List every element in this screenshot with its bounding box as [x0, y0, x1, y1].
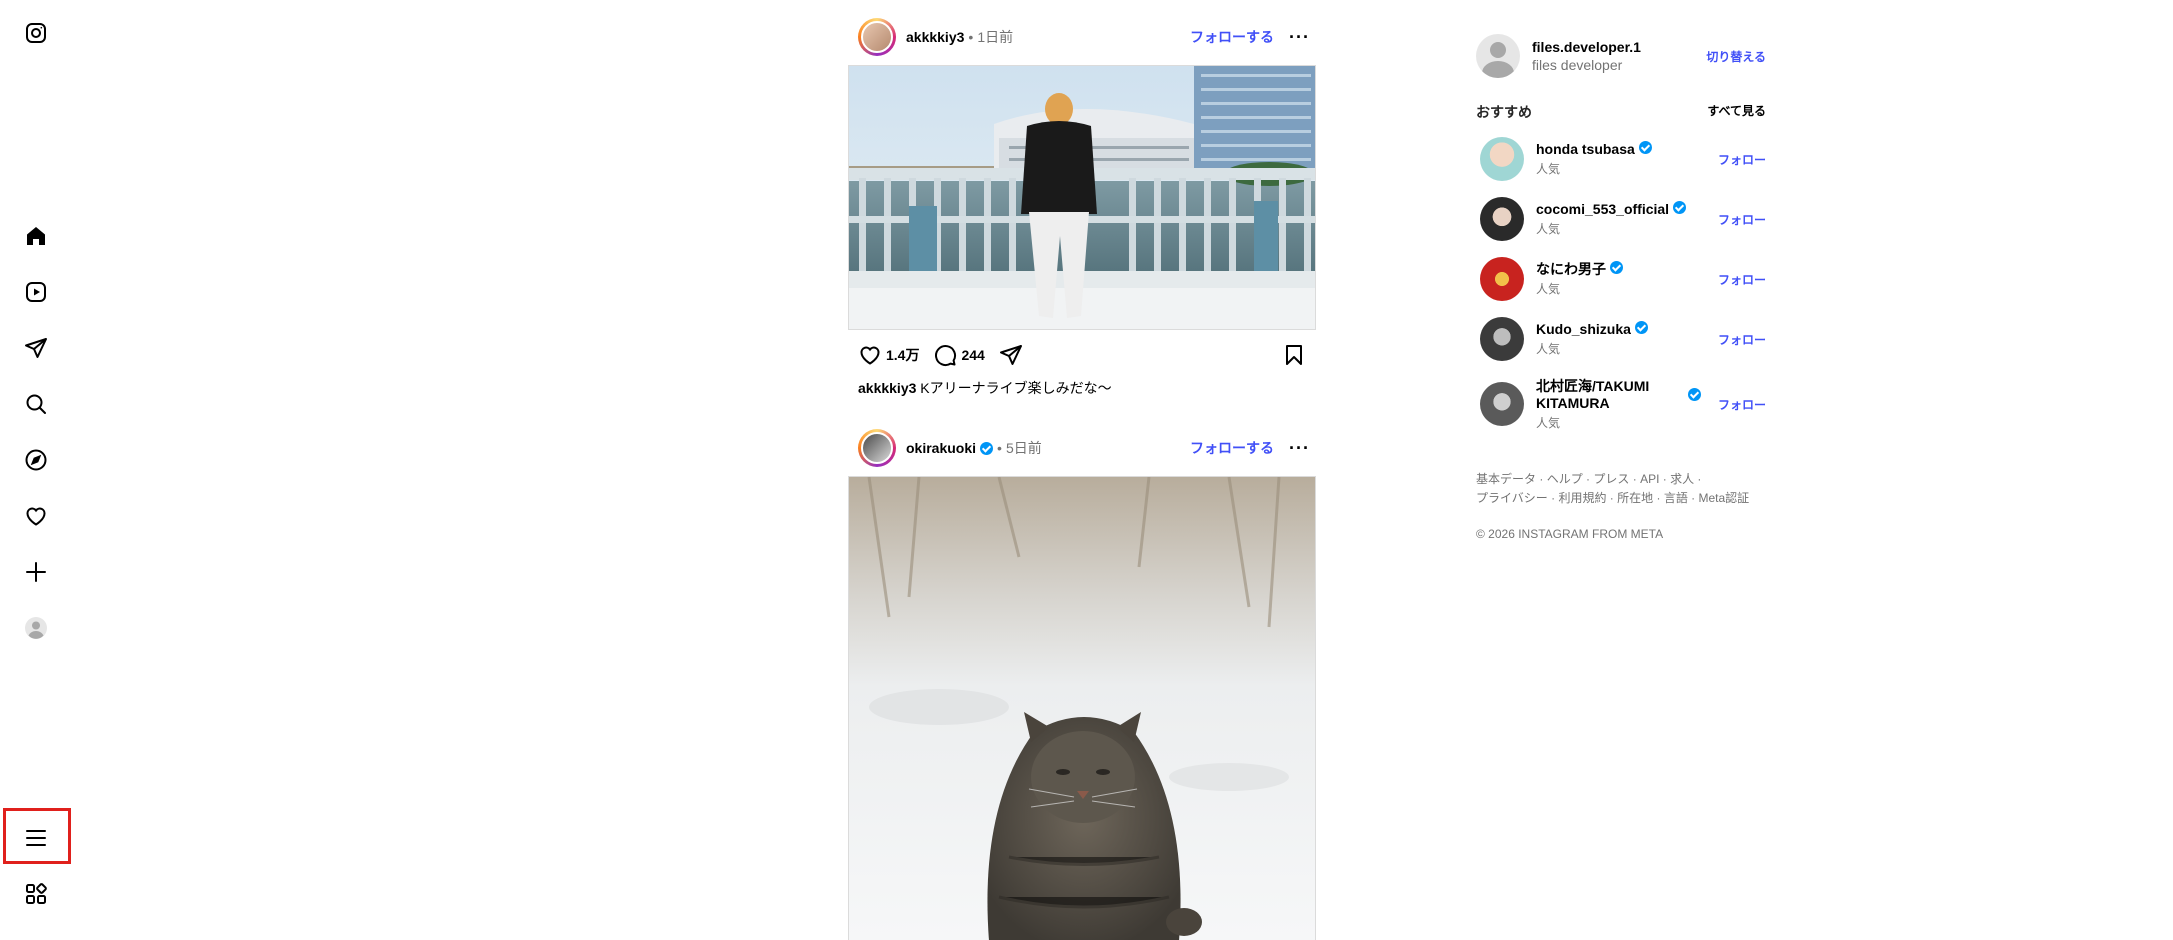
home-icon[interactable]	[20, 220, 52, 252]
suggestion-name[interactable]: なにわ男子	[1536, 261, 1606, 277]
verified-badge-icon	[1610, 261, 1623, 274]
suggestion-name[interactable]: honda tsubasa	[1536, 141, 1635, 157]
suggestion-reason: 人気	[1536, 222, 1561, 236]
verified-badge-icon	[980, 441, 994, 455]
search-icon[interactable]	[20, 388, 52, 420]
suggestions-header: おすすめ すべて見る	[1476, 102, 1766, 122]
create-icon[interactable]	[20, 556, 52, 588]
footer-link[interactable]: 求人	[1670, 472, 1694, 486]
comment-button[interactable]: 244	[933, 343, 985, 367]
suggestion-name[interactable]: cocomi_553_official	[1536, 201, 1669, 217]
notifications-icon[interactable]	[20, 500, 52, 532]
more-options-icon[interactable]: ···	[1289, 438, 1310, 459]
follow-button[interactable]: フォロー	[1718, 211, 1766, 228]
post-image[interactable]	[848, 65, 1316, 330]
avatar[interactable]	[1480, 137, 1524, 181]
profile-icon[interactable]	[20, 612, 52, 644]
share-button[interactable]	[999, 343, 1023, 367]
separator-dot: •	[968, 29, 974, 45]
suggestion-name[interactable]: 北村匠海/TAKUMI KITAMURA	[1536, 378, 1684, 412]
footer-link[interactable]: ヘルプ	[1547, 472, 1583, 486]
footer-link[interactable]: プレス	[1593, 472, 1629, 486]
explore-icon[interactable]	[20, 444, 52, 476]
footer-link[interactable]: API	[1640, 472, 1659, 486]
menu-highlight-box	[3, 808, 71, 864]
footer-links: 基本データ · ヘルプ · プレス · API · 求人 · プライバシー · …	[1476, 472, 1750, 505]
avatar[interactable]	[1480, 382, 1524, 426]
messages-icon[interactable]	[20, 332, 52, 364]
avatar[interactable]	[1480, 257, 1524, 301]
avatar[interactable]	[1480, 197, 1524, 241]
separator-dot: •	[997, 440, 1002, 456]
share-icon	[999, 345, 1022, 365]
current-full-name: files developer	[1532, 57, 1623, 73]
comment-count: 244	[961, 347, 985, 363]
current-username[interactable]: files.developer.1	[1532, 39, 1641, 55]
avatar[interactable]	[1476, 34, 1520, 78]
suggestion-item: cocomi_553_official 人気 フォロー	[1480, 195, 1766, 243]
post-header: akkkkiy3 • 1日前 フォローする ···	[858, 17, 1316, 57]
switch-account-button[interactable]: 切り替える	[1706, 48, 1766, 65]
more-options-icon[interactable]: ···	[1289, 27, 1310, 48]
verified-badge-icon	[1634, 321, 1648, 334]
footer-link[interactable]: 利用規約	[1558, 491, 1606, 505]
verified-badge-icon	[1688, 388, 1701, 401]
footer-link[interactable]: 言語	[1664, 491, 1688, 505]
footer-link[interactable]: 基本データ	[1476, 472, 1536, 486]
avatar[interactable]	[1480, 317, 1524, 361]
verified-badge-icon	[1673, 201, 1687, 214]
suggestion-reason: 人気	[1536, 342, 1561, 356]
post-header: okirakuoki • 5日前 フォローする ···	[858, 428, 1316, 468]
follow-button[interactable]: フォロー	[1718, 151, 1766, 168]
follow-button[interactable]: フォローする	[1190, 27, 1274, 47]
post-caption: akkkkiy3 Kアリーナライブ楽しみだな〜	[858, 378, 1112, 398]
left-nav	[0, 0, 72, 940]
verified-badge-icon	[1638, 141, 1652, 154]
post-image[interactable]	[848, 476, 1316, 940]
bookmark-icon	[1286, 345, 1302, 365]
like-button[interactable]: 1.4万	[858, 343, 919, 367]
avatar[interactable]	[858, 429, 896, 467]
follow-button[interactable]: フォロー	[1718, 331, 1766, 348]
post-username[interactable]: akkkkiy3	[906, 29, 964, 45]
footer-link[interactable]: プライバシー	[1476, 491, 1548, 505]
more-apps-icon[interactable]	[20, 878, 52, 910]
follow-button[interactable]: フォロー	[1718, 271, 1766, 288]
footer-link[interactable]: 所在地	[1617, 491, 1653, 505]
reels-icon[interactable]	[20, 276, 52, 308]
suggestion-name[interactable]: Kudo_shizuka	[1536, 321, 1631, 337]
current-user: files.developer.1 files developer 切り替える	[1476, 32, 1766, 80]
caption-text: Kアリーナライブ楽しみだな〜	[920, 380, 1112, 396]
post-time[interactable]: 5日前	[1006, 438, 1042, 458]
save-button[interactable]	[1282, 343, 1306, 372]
avatar[interactable]	[858, 18, 896, 56]
copyright: © 2026 INSTAGRAM FROM META	[1476, 527, 1664, 541]
suggestion-reason: 人気	[1536, 282, 1561, 296]
follow-button[interactable]: フォロー	[1718, 396, 1766, 413]
follow-button[interactable]: フォローする	[1190, 438, 1274, 458]
like-count: 1.4万	[886, 347, 920, 363]
heart-icon	[860, 346, 880, 365]
comment-icon	[935, 345, 957, 367]
suggestions-title: おすすめ	[1476, 104, 1532, 120]
suggestion-item: 北村匠海/TAKUMI KITAMURA 人気 フォロー	[1480, 375, 1766, 433]
see-all-button[interactable]: すべて見る	[1707, 102, 1766, 122]
suggestion-reason: 人気	[1536, 162, 1561, 176]
footer-link[interactable]: Meta認証	[1699, 491, 1750, 505]
post-username[interactable]: okirakuoki	[906, 440, 976, 456]
instagram-logo-icon[interactable]	[20, 17, 52, 49]
suggestion-reason: 人気	[1536, 415, 1561, 430]
suggestion-item: なにわ男子 人気 フォロー	[1480, 255, 1766, 303]
suggestion-item: Kudo_shizuka 人気 フォロー	[1480, 315, 1766, 363]
post-time[interactable]: 1日前	[977, 27, 1013, 47]
caption-username[interactable]: akkkkiy3	[858, 380, 916, 396]
post-actions: 1.4万 244	[858, 338, 1306, 372]
suggestion-item: honda tsubasa 人気 フォロー	[1480, 135, 1766, 183]
